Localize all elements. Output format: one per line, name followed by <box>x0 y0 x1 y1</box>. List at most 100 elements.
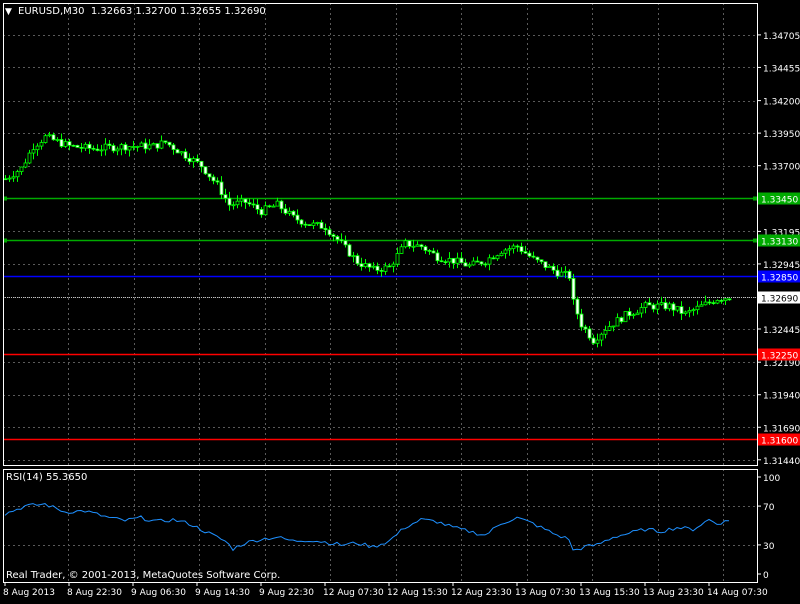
candle-body <box>643 302 648 308</box>
candle-body <box>239 198 244 202</box>
candle-body <box>55 139 60 141</box>
candle-body <box>91 147 96 150</box>
candle-body <box>407 240 412 247</box>
candle-body <box>11 176 16 179</box>
candle-body <box>519 246 524 252</box>
candle-body <box>591 337 596 344</box>
candle-body <box>547 265 552 268</box>
time-tick-label: 8 Aug 2013 <box>3 588 55 598</box>
level-label-1.33130: 1.33130 <box>761 238 798 248</box>
candle-body <box>119 144 124 150</box>
candle-body <box>455 257 460 264</box>
candle-body <box>111 145 116 152</box>
candle-body <box>307 224 312 226</box>
candle-body <box>619 317 624 323</box>
candle-body <box>147 144 152 150</box>
candle-body <box>179 151 184 154</box>
candle-body <box>651 304 656 310</box>
candle-body <box>499 252 504 257</box>
candle-body <box>151 143 156 146</box>
price-tick-label: 1.32445 <box>763 326 800 336</box>
candle-body <box>659 302 664 305</box>
candle-body <box>51 134 56 141</box>
candle-body <box>427 250 432 252</box>
candle-body <box>59 139 64 147</box>
candle-body <box>19 166 24 172</box>
horizontal-levels[interactable] <box>3 196 757 441</box>
candle-body <box>195 158 200 162</box>
candle-body <box>719 300 724 302</box>
candle-body <box>167 141 172 146</box>
candle-body <box>47 134 52 137</box>
candle-body <box>75 144 80 148</box>
candle-body <box>423 246 428 251</box>
candle-body <box>567 270 572 279</box>
candle-body <box>43 135 48 143</box>
candle-body <box>491 257 496 260</box>
candle-body <box>355 255 360 265</box>
level-label-1.33450: 1.33450 <box>761 196 798 206</box>
candle-body <box>555 269 560 277</box>
rsi-chart-frame <box>3 469 758 583</box>
time-tick-label: 13 Aug 23:30 <box>643 588 704 598</box>
candle-body <box>359 263 364 267</box>
candle-body <box>723 298 728 301</box>
candle-body <box>219 181 224 196</box>
candle-body <box>35 145 40 151</box>
candle-body <box>451 257 456 264</box>
candle-body <box>587 328 592 339</box>
candle-body <box>299 219 304 225</box>
candle-body <box>295 214 300 221</box>
candle-body <box>367 263 372 268</box>
candle-body <box>531 255 536 258</box>
candle-body <box>647 302 652 306</box>
candle-body <box>155 143 160 149</box>
candle-body <box>463 262 468 267</box>
candle-body <box>271 205 276 208</box>
candle-body <box>443 261 448 264</box>
rsi-tick-label: 70 <box>763 503 775 513</box>
candle-body <box>727 298 732 301</box>
candle-body <box>691 309 696 312</box>
candle-body <box>251 203 256 206</box>
candle-body <box>671 303 676 311</box>
candle-body <box>139 142 144 147</box>
price-tick-label: 1.31940 <box>763 392 800 402</box>
time-tick-label: 9 Aug 22:30 <box>259 588 314 598</box>
candle-body <box>479 261 484 265</box>
time-tick-label: 12 Aug 23:30 <box>451 588 512 598</box>
candle-body <box>215 180 220 183</box>
candle-body <box>291 210 296 216</box>
time-tick-label: 14 Aug 07:30 <box>707 588 768 598</box>
candle-body <box>607 326 612 331</box>
candle-body <box>623 311 628 323</box>
candle-body <box>247 202 252 205</box>
candle-body <box>431 250 436 254</box>
rsi-tick-label: 100 <box>763 474 780 484</box>
candle-body <box>631 314 636 317</box>
candle-body <box>183 151 188 159</box>
candle-body <box>467 264 472 267</box>
time-tick-label: 13 Aug 15:30 <box>579 588 640 598</box>
candle-body <box>207 173 212 178</box>
candle-body <box>711 302 716 304</box>
candle-body <box>375 265 380 271</box>
candle-body <box>391 263 396 267</box>
candle-body <box>511 245 516 250</box>
time-tick-label: 13 Aug 07:30 <box>515 588 576 598</box>
time-tick-label: 12 Aug 15:30 <box>387 588 448 598</box>
candle-body <box>595 339 600 344</box>
candle-body <box>235 200 240 206</box>
candle-body <box>403 240 408 248</box>
candle-body <box>283 208 288 214</box>
rsi-line <box>4 503 730 552</box>
time-tick-label: 12 Aug 07:30 <box>323 588 384 598</box>
candle-body <box>255 204 260 210</box>
price-tick-label: 1.33700 <box>763 163 800 173</box>
collapse-icon[interactable]: ▼ <box>5 7 12 17</box>
trading-terminal-chart[interactable]: 1.34705 1.34455 1.34200 1.33950 1.33700 1.334… <box>0 0 800 600</box>
candle-body <box>27 152 32 164</box>
candle-body <box>263 205 268 216</box>
candle-body <box>143 142 148 150</box>
grid <box>3 3 757 582</box>
